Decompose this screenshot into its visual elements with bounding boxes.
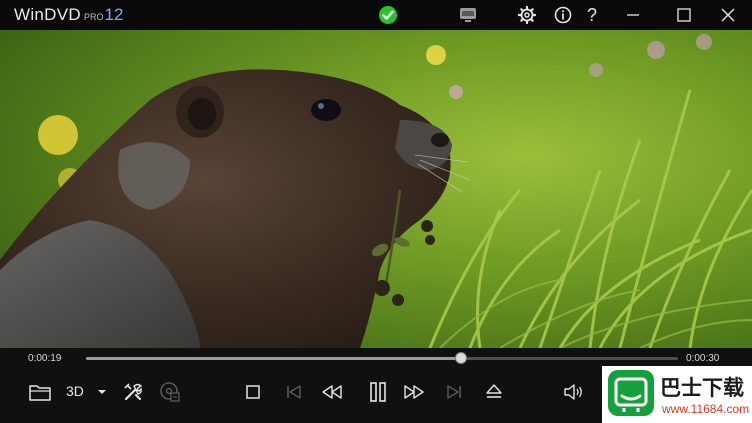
- check-circle-icon[interactable]: [377, 4, 399, 26]
- 3d-label[interactable]: 3D: [66, 383, 84, 399]
- title-bar: WinDVD PRO 12 ?: [0, 0, 752, 30]
- chevron-down-icon[interactable]: [91, 380, 113, 404]
- stop-icon[interactable]: [240, 380, 266, 404]
- app-version: 12: [104, 5, 124, 24]
- seek-thumb[interactable]: [454, 352, 467, 364]
- folder-icon[interactable]: [27, 380, 53, 404]
- watermark: 巴士下载 www.11684.com: [602, 366, 752, 423]
- minimize-icon[interactable]: [622, 4, 644, 26]
- video-area[interactable]: [0, 30, 752, 348]
- close-icon[interactable]: [717, 4, 739, 26]
- fast-forward-icon[interactable]: [401, 380, 427, 404]
- seek-bar-progress: [86, 357, 461, 360]
- previous-chapter-icon[interactable]: [281, 380, 307, 404]
- gear-icon[interactable]: [516, 4, 538, 26]
- maximize-icon[interactable]: [673, 4, 695, 26]
- disc-icon[interactable]: [157, 380, 183, 404]
- eject-icon[interactable]: [481, 380, 507, 404]
- app-edition: PRO: [83, 12, 104, 22]
- help-icon[interactable]: ?: [581, 4, 603, 26]
- pause-icon[interactable]: [365, 380, 391, 404]
- watermark-logo: [608, 370, 654, 416]
- seek-bar[interactable]: [86, 352, 678, 364]
- watermark-url: www.11684.com: [662, 402, 750, 416]
- info-icon[interactable]: [552, 4, 574, 26]
- total-time: 0:00:30: [686, 353, 720, 364]
- tools-icon[interactable]: [120, 380, 146, 404]
- app-name: WinDVD: [14, 5, 81, 24]
- display-icon[interactable]: [457, 4, 479, 26]
- current-time: 0:00:19: [28, 353, 62, 364]
- app-logo: WinDVD PRO 12: [14, 5, 123, 27]
- next-chapter-icon[interactable]: [441, 380, 467, 404]
- watermark-text: 巴士下载: [660, 376, 744, 400]
- rewind-icon[interactable]: [319, 380, 345, 404]
- volume-icon[interactable]: [561, 380, 587, 404]
- video-frame: [0, 30, 752, 348]
